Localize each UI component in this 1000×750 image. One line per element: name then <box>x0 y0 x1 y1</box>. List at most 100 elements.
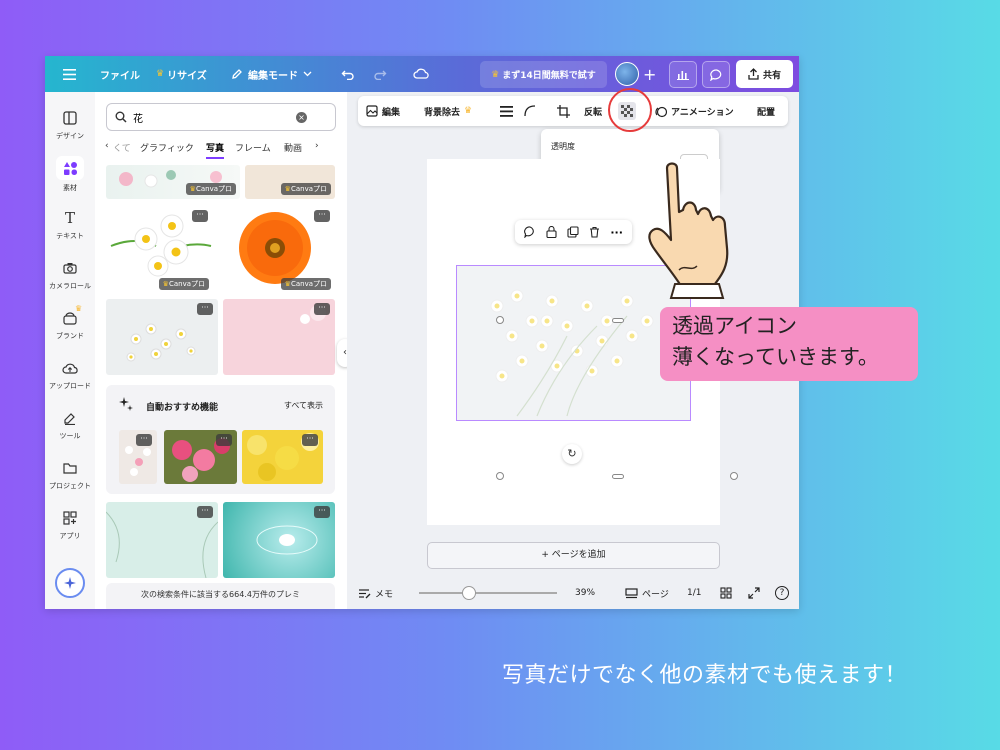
zoom-slider[interactable] <box>419 586 557 600</box>
comments-button[interactable] <box>702 61 730 88</box>
redo-icon[interactable] <box>373 56 387 92</box>
rail-item-design[interactable]: デザイン <box>45 108 95 141</box>
grid-view-icon[interactable] <box>720 577 732 609</box>
more-options-icon[interactable]: ··· <box>192 210 208 222</box>
resize-handle[interactable] <box>612 474 624 479</box>
photo-thumbnail[interactable]: ··· <box>242 430 323 484</box>
resize-handle[interactable] <box>612 318 624 323</box>
hamburger-menu-icon[interactable] <box>63 56 76 92</box>
crown-icon: ♛ <box>75 304 83 313</box>
tabs-next-icon[interactable]: › <box>315 141 319 151</box>
rail-item-apps[interactable]: アプリ <box>45 508 95 541</box>
rail-item-upload[interactable]: アップロード <box>45 358 95 391</box>
rail-item-text[interactable]: T テキスト <box>45 208 95 241</box>
trash-icon[interactable] <box>589 226 600 238</box>
comment-plus-icon[interactable] <box>524 226 536 238</box>
crop-icon[interactable] <box>557 96 570 126</box>
crown-icon: ♛ <box>491 69 500 80</box>
lock-icon[interactable] <box>546 226 557 238</box>
more-options-icon[interactable]: ··· <box>314 210 330 222</box>
resize-handle[interactable] <box>730 472 738 480</box>
resize-menu[interactable]: ♛ リサイズ <box>156 56 207 92</box>
search-input[interactable] <box>133 111 283 123</box>
rail-item-elements[interactable]: 素材 <box>45 156 95 193</box>
more-options-icon[interactable]: ··· <box>314 303 330 315</box>
undo-icon[interactable] <box>341 56 355 92</box>
photo-thumbnail[interactable]: ··· <box>223 299 335 375</box>
tab-graphics[interactable]: グラフィック <box>140 141 194 154</box>
rail-item-brand[interactable]: ♛ ブランド <box>45 304 95 341</box>
free-trial-button[interactable]: ♛ まず14日間無料で試す <box>480 61 607 88</box>
edit-image-button[interactable]: 編集 <box>366 96 400 126</box>
file-menu[interactable]: ファイル <box>100 56 140 92</box>
corner-radius-icon[interactable] <box>524 96 536 126</box>
pro-badge: ♛Canvaプロ <box>185 183 236 195</box>
tab-photos[interactable]: 写真 <box>206 141 225 159</box>
share-button[interactable]: 共有 <box>736 60 793 88</box>
fullscreen-icon[interactable] <box>748 577 760 609</box>
crown-icon: ♛ <box>156 69 165 79</box>
analytics-button[interactable] <box>669 61 697 88</box>
bottom-caption: 写真だけでなく他の素材でも使えます！ <box>502 663 908 688</box>
zoom-level[interactable]: 39% <box>575 577 595 609</box>
tabs-prev-icon[interactable]: ‹ <box>105 141 109 151</box>
more-options-icon[interactable]: ··· <box>302 434 318 446</box>
photo-thumbnail[interactable]: ··· <box>164 430 237 484</box>
bottom-bar: メモ 39% ページ 1/1 ? <box>347 577 799 609</box>
add-page-button[interactable]: + ページを追加 <box>427 542 720 569</box>
notes-button[interactable]: メモ <box>358 577 393 609</box>
rail-item-projects[interactable]: プロジェクト <box>45 458 95 491</box>
more-options-icon[interactable]: ··· <box>314 506 330 518</box>
more-options-icon[interactable]: ··· <box>216 434 232 446</box>
see-all-link[interactable]: すべて表示 <box>284 400 323 411</box>
photo-thumbnail[interactable]: ··· ♛Canvaプロ <box>106 206 213 294</box>
top-bar: ファイル ♛ リサイズ 編集モード ♛ まず14日間無料で試す + 共有 <box>45 56 799 92</box>
category-tabs: ‹ くて グラフィック 写真 フレーム 動画 › <box>103 138 383 159</box>
cloud-save-icon[interactable] <box>413 56 430 92</box>
layout-icon <box>63 111 77 125</box>
upload-icon <box>62 363 78 374</box>
callout-line-2: 薄くなっていきます。 <box>672 345 879 369</box>
tab-videos[interactable]: 動画 <box>284 141 302 154</box>
more-options-icon[interactable]: ··· <box>610 226 623 239</box>
tab-frames[interactable]: フレーム <box>235 141 271 154</box>
photo-thumbnail[interactable]: ··· <box>223 502 335 578</box>
pages-button[interactable]: ページ <box>625 577 669 609</box>
resize-handle[interactable] <box>496 472 504 480</box>
photo-thumbnail[interactable]: ··· <box>106 502 218 578</box>
more-options-icon[interactable]: ··· <box>197 303 213 315</box>
highlight-circle <box>608 88 652 132</box>
magic-assistant-button[interactable] <box>55 568 85 598</box>
zoom-slider-handle[interactable] <box>462 586 476 600</box>
photo-thumbnail[interactable]: ··· <box>106 299 218 375</box>
bg-remove-button[interactable]: 背景除去 ♛ <box>424 96 472 126</box>
arrange-button[interactable]: 配置 <box>757 96 775 126</box>
rail-item-camera-roll[interactable]: カメラロール <box>45 258 95 291</box>
edit-mode-dropdown[interactable]: 編集モード <box>231 56 312 92</box>
photo-thumbnail[interactable]: ··· ♛Canvaプロ <box>223 206 335 294</box>
pro-badge: ♛Canvaプロ <box>158 278 209 290</box>
duplicate-icon[interactable] <box>567 226 579 238</box>
photo-thumbnail[interactable]: ··· <box>119 430 157 484</box>
clear-search-icon[interactable]: × <box>296 112 307 123</box>
border-style-icon[interactable] <box>500 96 513 126</box>
search-results-notice: 次の検索条件に該当する664.4万件のプレミ <box>106 583 335 609</box>
avatar[interactable] <box>615 62 639 86</box>
photo-thumbnail[interactable]: ♛Canvaプロ <box>245 165 335 199</box>
tab-all[interactable]: くて <box>113 141 131 154</box>
more-options-icon[interactable]: ··· <box>136 434 152 446</box>
rotate-icon[interactable]: ↻ <box>562 444 582 464</box>
image-toolbar: 編集 背景除去 ♛ 反転 アニメーション 配置 <box>358 96 788 126</box>
more-options-icon[interactable]: ··· <box>197 506 213 518</box>
brand-icon <box>63 311 77 325</box>
resize-handle[interactable] <box>496 316 504 324</box>
flip-button[interactable]: 反転 <box>584 96 602 126</box>
help-button[interactable]: ? <box>775 577 789 609</box>
search-box[interactable]: × <box>106 103 336 131</box>
notes-icon <box>359 588 371 598</box>
add-collaborator-icon[interactable]: + <box>643 56 656 92</box>
page-count: 1/1 <box>687 588 702 598</box>
rail-item-tools[interactable]: ツール <box>45 408 95 441</box>
photo-thumbnail[interactable]: ♛Canvaプロ <box>106 165 240 199</box>
animation-button[interactable]: アニメーション <box>654 96 734 126</box>
